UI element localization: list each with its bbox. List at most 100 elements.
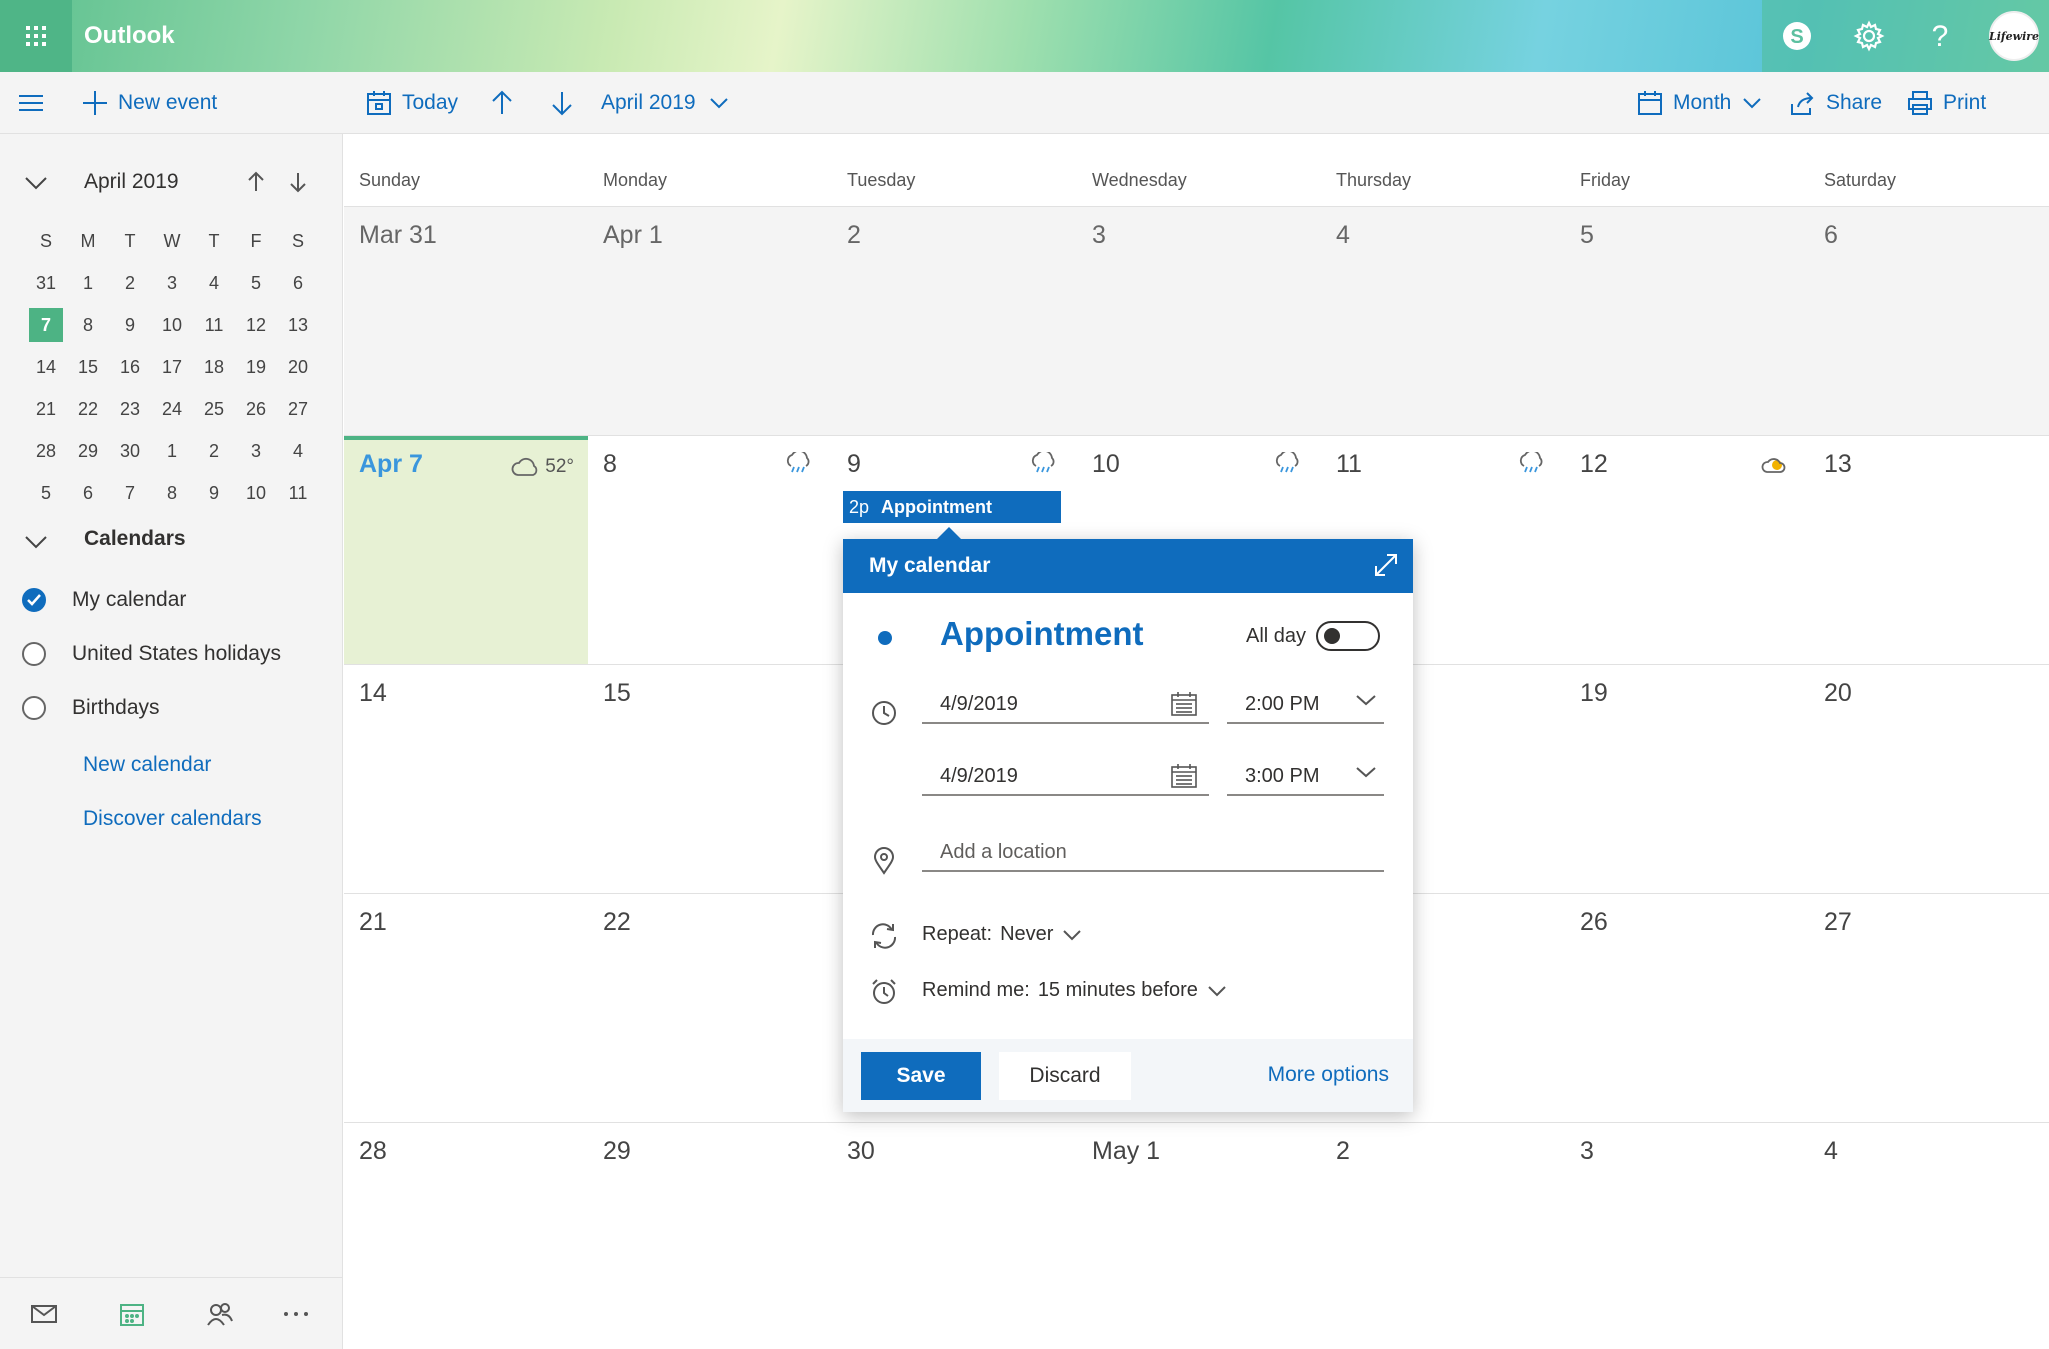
mini-calendar-day[interactable]: 21 bbox=[25, 388, 67, 430]
mini-calendar-day[interactable]: 3 bbox=[235, 430, 277, 472]
end-time-field[interactable]: 3:00 PM bbox=[1227, 758, 1384, 796]
save-button[interactable]: Save bbox=[861, 1052, 981, 1100]
more-modules-button[interactable] bbox=[276, 1294, 316, 1334]
mini-calendar-day[interactable]: 12 bbox=[235, 304, 277, 346]
day-cell[interactable]: 4 bbox=[1321, 207, 1565, 436]
event-appointment[interactable]: 2p Appointment bbox=[843, 491, 1061, 523]
arrow-up-icon[interactable] bbox=[245, 171, 267, 193]
mini-calendar-day[interactable]: 9 bbox=[109, 304, 151, 346]
mini-calendar-day[interactable]: 5 bbox=[235, 262, 277, 304]
skype-button[interactable]: S bbox=[1777, 16, 1817, 56]
app-brand[interactable]: Outlook bbox=[84, 22, 175, 50]
weather-forecast[interactable] bbox=[784, 452, 818, 474]
day-cell[interactable]: 14 bbox=[344, 665, 588, 894]
mini-calendar-day[interactable]: 10 bbox=[151, 304, 193, 346]
mini-calendar-day[interactable]: 22 bbox=[67, 388, 109, 430]
mini-calendar-day[interactable]: 29 bbox=[67, 430, 109, 472]
mini-calendar-day[interactable]: 25 bbox=[193, 388, 235, 430]
new-calendar-link[interactable]: New calendar bbox=[83, 753, 211, 777]
all-day-toggle[interactable] bbox=[1316, 621, 1381, 651]
day-cell[interactable]: May 1 bbox=[1077, 1123, 1321, 1349]
mini-calendar-day[interactable]: 8 bbox=[151, 472, 193, 514]
mini-calendar-day[interactable]: 13 bbox=[277, 304, 319, 346]
today-button[interactable]: Today bbox=[366, 72, 458, 134]
mini-calendar-day[interactable]: 5 bbox=[25, 472, 67, 514]
mini-calendar-day[interactable]: 3 bbox=[151, 262, 193, 304]
mini-calendar-day[interactable]: 10 bbox=[235, 472, 277, 514]
discover-calendars-link[interactable]: Discover calendars bbox=[83, 807, 262, 831]
mini-calendar-day[interactable]: 1 bbox=[151, 430, 193, 472]
day-cell[interactable]: 21 bbox=[344, 894, 588, 1123]
mini-calendar-day[interactable]: 7 bbox=[29, 308, 63, 342]
mini-calendar-day[interactable]: 28 bbox=[25, 430, 67, 472]
mini-calendar-day[interactable]: 19 bbox=[235, 346, 277, 388]
day-cell[interactable]: 27 bbox=[1809, 894, 2049, 1123]
event-title-input[interactable]: Appointment bbox=[940, 615, 1143, 653]
month-picker-button[interactable]: April 2019 bbox=[601, 72, 728, 134]
calendars-collapse[interactable] bbox=[25, 535, 47, 554]
mini-calendar-day[interactable]: 4 bbox=[193, 262, 235, 304]
day-cell[interactable]: Apr 1 bbox=[588, 207, 832, 436]
mini-calendar-day[interactable]: 23 bbox=[109, 388, 151, 430]
weather-forecast[interactable]: 52° bbox=[511, 456, 574, 478]
people-module-button[interactable] bbox=[200, 1294, 240, 1334]
mini-calendar-day[interactable]: 20 bbox=[277, 346, 319, 388]
new-event-button[interactable]: New event bbox=[82, 72, 217, 134]
navigation-pane-toggle[interactable] bbox=[18, 72, 54, 134]
mini-calendar-day[interactable]: 6 bbox=[67, 472, 109, 514]
day-cell[interactable]: 12 bbox=[1565, 436, 1809, 665]
start-time-field[interactable]: 2:00 PM bbox=[1227, 686, 1384, 724]
day-cell[interactable]: 26 bbox=[1565, 894, 1809, 1123]
day-cell[interactable]: Mar 31 bbox=[344, 207, 588, 436]
day-cell[interactable]: 29 bbox=[588, 1123, 832, 1349]
account-avatar[interactable]: Lifewire bbox=[1989, 11, 2039, 61]
mini-calendar-day[interactable]: 11 bbox=[277, 472, 319, 514]
mini-calendar-day[interactable]: 6 bbox=[277, 262, 319, 304]
discard-button[interactable]: Discard bbox=[999, 1052, 1131, 1100]
share-button[interactable]: Share bbox=[1790, 72, 1882, 134]
day-cell[interactable]: 13 bbox=[1809, 436, 2049, 665]
day-cell[interactable]: 15 bbox=[588, 665, 832, 894]
previous-month-button[interactable] bbox=[489, 72, 525, 134]
more-options-link[interactable]: More options bbox=[1268, 1063, 1389, 1087]
settings-button[interactable] bbox=[1849, 16, 1889, 56]
weather-forecast[interactable] bbox=[1273, 452, 1307, 474]
day-cell[interactable]: 2 bbox=[1321, 1123, 1565, 1349]
mini-calendar-day[interactable]: 27 bbox=[277, 388, 319, 430]
mini-calendar-day[interactable]: 16 bbox=[109, 346, 151, 388]
day-cell[interactable]: 19 bbox=[1565, 665, 1809, 894]
calendar-birthdays[interactable]: Birthdays bbox=[22, 688, 160, 728]
chevron-down-icon[interactable] bbox=[25, 176, 47, 190]
mini-calendar-day[interactable]: 17 bbox=[151, 346, 193, 388]
day-cell[interactable]: 3 bbox=[1565, 1123, 1809, 1349]
mini-calendar-day[interactable]: 4 bbox=[277, 430, 319, 472]
day-cell[interactable]: 2 bbox=[832, 207, 1077, 436]
mini-calendar-day[interactable]: 24 bbox=[151, 388, 193, 430]
expand-button[interactable] bbox=[1373, 552, 1399, 584]
repeat-dropdown[interactable]: Repeat: Never bbox=[922, 923, 1082, 946]
mini-calendar-day[interactable]: 2 bbox=[193, 430, 235, 472]
day-cell[interactable]: 22 bbox=[588, 894, 832, 1123]
next-month-button[interactable] bbox=[549, 72, 585, 134]
calendar-icon[interactable] bbox=[1171, 692, 1197, 716]
weather-forecast[interactable] bbox=[1029, 452, 1063, 474]
calendar-my-calendar[interactable]: My calendar bbox=[22, 580, 186, 620]
view-switcher-button[interactable]: Month bbox=[1637, 72, 1762, 134]
day-cell[interactable]: 30 bbox=[832, 1123, 1077, 1349]
mini-calendar-day[interactable]: 15 bbox=[67, 346, 109, 388]
weather-forecast[interactable] bbox=[1517, 452, 1551, 474]
mini-calendar-day[interactable]: 7 bbox=[109, 472, 151, 514]
mini-calendar-day[interactable]: 31 bbox=[25, 262, 67, 304]
mini-calendar-day[interactable]: 26 bbox=[235, 388, 277, 430]
arrow-down-icon[interactable] bbox=[287, 171, 309, 193]
mini-calendar-day[interactable]: 8 bbox=[67, 304, 109, 346]
mini-calendar-day[interactable]: 30 bbox=[109, 430, 151, 472]
location-input[interactable]: Add a location bbox=[922, 834, 1384, 872]
day-cell[interactable]: Apr 7 52° bbox=[344, 436, 588, 665]
help-button[interactable]: ? bbox=[1920, 16, 1960, 56]
weather-forecast[interactable] bbox=[1761, 452, 1795, 474]
start-date-field[interactable]: 4/9/2019 bbox=[922, 686, 1209, 724]
calendar-module-button[interactable] bbox=[112, 1294, 152, 1334]
calendar-icon[interactable] bbox=[1171, 764, 1197, 788]
day-cell[interactable]: 5 bbox=[1565, 207, 1809, 436]
